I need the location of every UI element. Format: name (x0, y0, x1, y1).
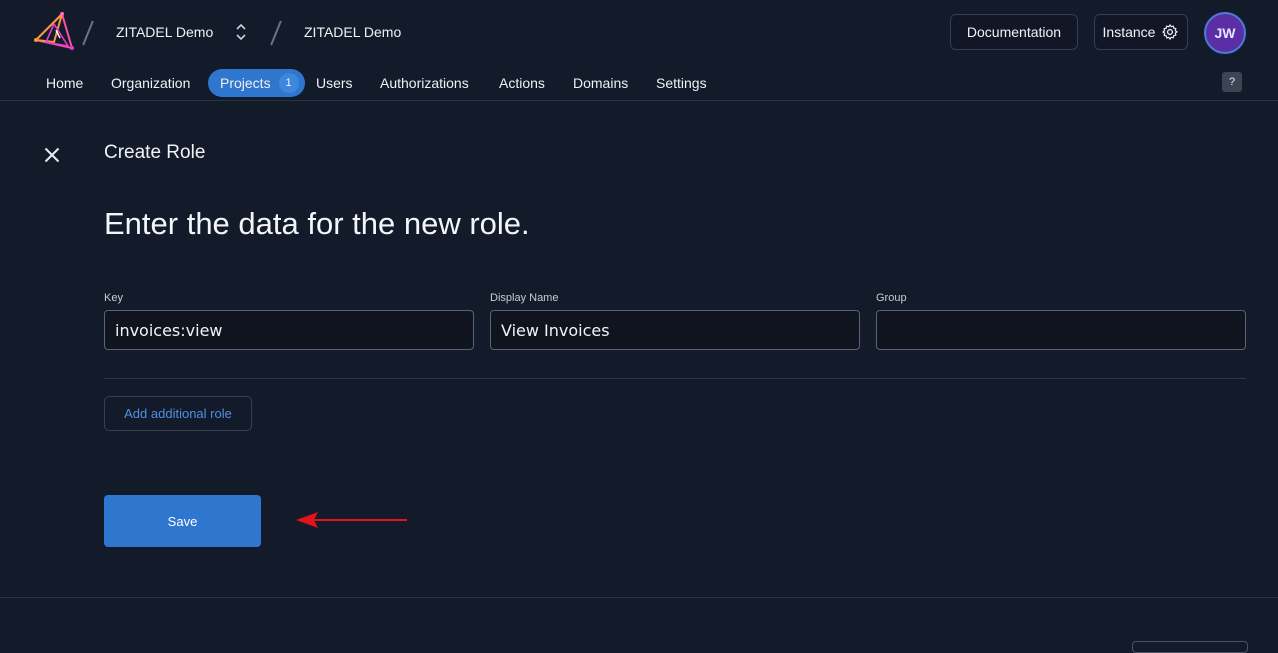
instance-label: Instance (1102, 24, 1156, 40)
page-subtitle: Enter the data for the new role. (104, 206, 530, 241)
key-label: Key (104, 292, 123, 304)
instance-button[interactable]: Instance (1094, 14, 1188, 50)
group-input[interactable] (876, 310, 1246, 350)
nav-item-organization[interactable]: Organization (111, 69, 190, 97)
nav-item-projects[interactable]: Projects 1 (208, 69, 305, 97)
user-avatar[interactable]: JW (1204, 12, 1246, 54)
form-divider (104, 378, 1246, 379)
breadcrumb-separator (270, 20, 282, 46)
display-name-label: Display Name (490, 292, 559, 304)
nav-item-users[interactable]: Users (316, 69, 353, 97)
main-navigation: Home Organization Projects 1 Users Autho… (0, 69, 1278, 97)
documentation-label: Documentation (966, 24, 1062, 40)
organization-name[interactable]: ZITADEL Demo (116, 24, 213, 40)
page-title: Create Role (104, 142, 206, 163)
nav-item-actions[interactable]: Actions (499, 69, 545, 97)
zitadel-logo-icon[interactable] (32, 12, 74, 52)
nav-item-home[interactable]: Home (46, 69, 83, 97)
annotation-arrow-icon (296, 512, 407, 528)
help-button[interactable]: ? (1222, 72, 1242, 92)
gear-icon (1162, 24, 1179, 40)
org-switcher-chevrons-icon[interactable] (234, 22, 248, 42)
documentation-button[interactable]: Documentation (950, 14, 1078, 50)
top-bar: ZITADEL Demo ZITADEL Demo Documentation … (0, 0, 1278, 101)
save-button[interactable]: Save (104, 495, 261, 547)
close-icon[interactable] (40, 143, 64, 167)
project-name[interactable]: ZITADEL Demo (304, 24, 401, 40)
projects-count-badge: 1 (278, 73, 299, 93)
group-label: Group (876, 292, 907, 304)
add-additional-role-button[interactable]: Add additional role (104, 396, 252, 431)
nav-item-settings[interactable]: Settings (656, 69, 707, 97)
footer-element (1132, 641, 1248, 653)
nav-item-projects-label: Projects (220, 75, 271, 91)
nav-item-authorizations[interactable]: Authorizations (380, 69, 469, 97)
display-name-input[interactable] (490, 310, 860, 350)
section-divider (0, 597, 1278, 598)
nav-item-domains[interactable]: Domains (573, 69, 628, 97)
key-input[interactable] (104, 310, 474, 350)
breadcrumb-separator (82, 20, 94, 46)
